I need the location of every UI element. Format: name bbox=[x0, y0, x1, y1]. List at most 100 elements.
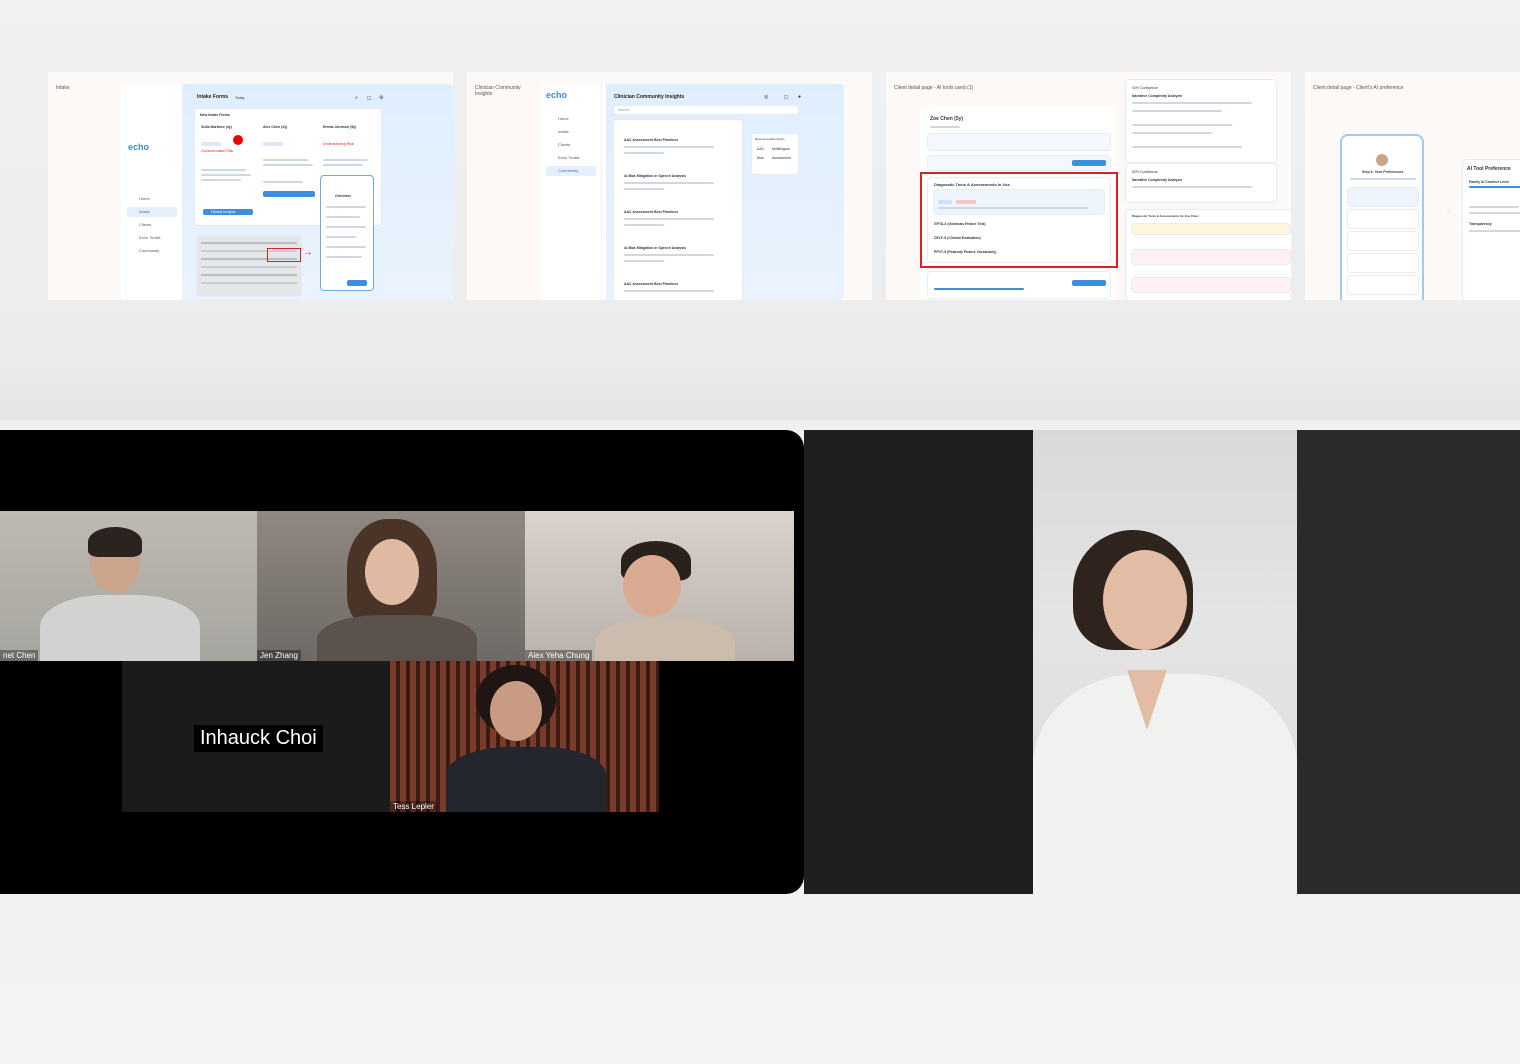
speaker-cardigan bbox=[1033, 674, 1297, 894]
participant-face bbox=[490, 681, 542, 741]
view-button[interactable] bbox=[1072, 160, 1106, 166]
post-title[interactable]: AAC Assessment Best Practices bbox=[624, 138, 678, 142]
status-badge bbox=[201, 142, 221, 146]
post-title[interactable]: AI Bias Mitigation in Speech Analysis bbox=[624, 246, 686, 250]
text-line bbox=[624, 152, 664, 154]
section-heading: New Intake Forms bbox=[200, 113, 230, 117]
text-line bbox=[326, 206, 366, 208]
arrow-right-icon: → bbox=[1445, 208, 1451, 214]
client-name[interactable]: Sofia Martinez (4y) bbox=[201, 125, 232, 129]
bell-icon[interactable]: ◻ bbox=[367, 95, 371, 101]
search-icon[interactable]: ⌕ bbox=[355, 95, 358, 101]
tag-chip[interactable]: Multilingual bbox=[772, 147, 790, 151]
sidebar-item-echo-toolkit[interactable]: Echo Toolkit bbox=[546, 153, 596, 163]
participant-body bbox=[40, 595, 200, 661]
sidebar-item-clients[interactable]: Clients bbox=[127, 220, 177, 230]
sidebar-item-intake[interactable]: Intake bbox=[546, 127, 596, 137]
post-title[interactable]: AAC Assessment Best Practices bbox=[624, 282, 678, 286]
video-tile-participant[interactable]: Alex Yeha Chung bbox=[525, 511, 794, 661]
sidebar: echo Home Intake Clients Echo Toolkit Co… bbox=[540, 84, 602, 300]
frame-client-detail-tools[interactable]: Client detail page - AI tools used (1) Z… bbox=[886, 72, 1291, 300]
panel-button[interactable] bbox=[347, 280, 367, 286]
analyzer-name: Narrative Complexity Analyzer bbox=[1132, 94, 1183, 98]
side-heading: Diagnostic Tools & Assessments for Zoe C… bbox=[1132, 214, 1199, 218]
ai-preferences-card bbox=[928, 272, 1110, 298]
participant-name: Jen Zhang bbox=[257, 650, 301, 661]
panel-item: Transparency bbox=[1469, 222, 1492, 226]
video-tile-participant[interactable]: Tess Lepler bbox=[390, 661, 659, 812]
clinical-insights-button[interactable] bbox=[263, 191, 315, 197]
text-line bbox=[930, 126, 960, 128]
sidebar-item-home[interactable]: Home bbox=[127, 194, 177, 204]
option-card[interactable] bbox=[1348, 276, 1418, 294]
side-panel-title: Overview bbox=[335, 194, 351, 198]
frame-intake[interactable]: Intake echo Home Intake Clients Echo Too… bbox=[48, 72, 453, 300]
option-card[interactable] bbox=[1348, 232, 1418, 250]
analyzer-card[interactable]: 92% Confidence Narrative Complexity Anal… bbox=[1126, 80, 1276, 162]
progress-bar bbox=[934, 288, 1024, 290]
client-name: Zoe Chen (5y) bbox=[930, 116, 964, 122]
bell-icon[interactable]: ◻ bbox=[784, 94, 788, 100]
text-line bbox=[1132, 186, 1252, 188]
option-card[interactable] bbox=[1348, 188, 1418, 206]
edit-button[interactable] bbox=[1072, 280, 1106, 286]
analyzer-name: Narrative Complexity Analyzer bbox=[1132, 178, 1183, 182]
post-title[interactable]: AI Bias Mitigation in Speech Analysis bbox=[624, 174, 686, 178]
page-title: Clinician Community Insights bbox=[614, 94, 685, 100]
video-tile-participant[interactable]: net Chen bbox=[0, 511, 257, 661]
client-name[interactable]: Emma Johnson (5y) bbox=[323, 125, 356, 129]
text-line bbox=[1469, 212, 1520, 214]
posts-list: AAC Assessment Best Practices AI Bias Mi… bbox=[614, 120, 742, 300]
search-placeholder: Search bbox=[618, 108, 630, 112]
text-line bbox=[323, 164, 363, 166]
echo-logo: echo bbox=[546, 90, 568, 100]
avatar[interactable]: ● bbox=[798, 94, 801, 100]
frame-client-ai-preference[interactable]: Client detail page - Client's AI prefere… bbox=[1305, 72, 1520, 300]
text-line bbox=[263, 164, 313, 166]
text-line bbox=[263, 159, 308, 161]
sidebar: echo Home Intake Clients Echo Toolkit Co… bbox=[121, 84, 183, 300]
submit-button-label: Clinical Insights bbox=[211, 210, 236, 214]
sidebar-item-community[interactable]: Community bbox=[546, 166, 596, 176]
post-title[interactable]: AAC Assessment Best Practices bbox=[624, 210, 678, 214]
sidebar-item-home[interactable]: Home bbox=[546, 114, 596, 124]
text-line bbox=[624, 146, 714, 148]
video-tile-participant[interactable]: Jen Zhang bbox=[257, 511, 525, 661]
text-line bbox=[1132, 110, 1222, 112]
analyzer-card[interactable]: 82% Confidence Narrative Complexity Anal… bbox=[1126, 164, 1276, 202]
bias-alert bbox=[1132, 278, 1290, 292]
sidebar-item-echo-toolkit[interactable]: Echo Toolkit bbox=[127, 233, 177, 243]
participant-face bbox=[623, 555, 681, 617]
tag-chip[interactable]: AAC bbox=[757, 147, 764, 151]
participant-name: net Chen bbox=[0, 650, 39, 661]
participant-face bbox=[365, 539, 419, 605]
option-card[interactable] bbox=[1348, 254, 1418, 272]
text-line bbox=[326, 226, 366, 228]
text-line bbox=[263, 181, 303, 183]
intake-app: echo Home Intake Clients Echo Toolkit Co… bbox=[121, 84, 453, 300]
gear-icon[interactable]: ⚙ bbox=[379, 95, 383, 101]
participant-name: Alex Yeha Chung bbox=[525, 650, 593, 661]
tag-chip[interactable]: Assessment bbox=[772, 156, 791, 160]
tab-comfort[interactable]: Family AI Comfort Level bbox=[1469, 180, 1509, 184]
participant-body bbox=[446, 747, 606, 812]
active-speaker-video[interactable] bbox=[1033, 430, 1297, 894]
date-chip[interactable]: Today bbox=[235, 96, 244, 100]
sidebar-item-intake[interactable]: Intake bbox=[127, 207, 177, 217]
warning-banner bbox=[1132, 224, 1290, 234]
globe-icon[interactable]: ◎ bbox=[764, 94, 768, 100]
text-line bbox=[323, 159, 368, 161]
video-tile-no-camera[interactable]: Inhauck Choi bbox=[122, 661, 390, 812]
option-card[interactable] bbox=[1348, 210, 1418, 228]
preference-panel: AI Tool Preference Family AI Comfort Lev… bbox=[1463, 160, 1520, 300]
side-panel: Overview bbox=[321, 176, 373, 290]
alert-badge: Communication Risk bbox=[201, 149, 234, 153]
sidebar-item-community[interactable]: Community bbox=[127, 246, 177, 256]
search-input[interactable]: Search bbox=[614, 106, 798, 114]
tag-chip[interactable]: Bias bbox=[757, 156, 764, 160]
sidebar-item-clients[interactable]: Clients bbox=[546, 140, 596, 150]
text-line bbox=[201, 169, 246, 171]
client-name[interactable]: Alex Chen (3y) bbox=[263, 125, 287, 129]
table-row bbox=[201, 242, 297, 244]
frame-community[interactable]: Clinician Community Insights echo Home I… bbox=[467, 72, 872, 300]
